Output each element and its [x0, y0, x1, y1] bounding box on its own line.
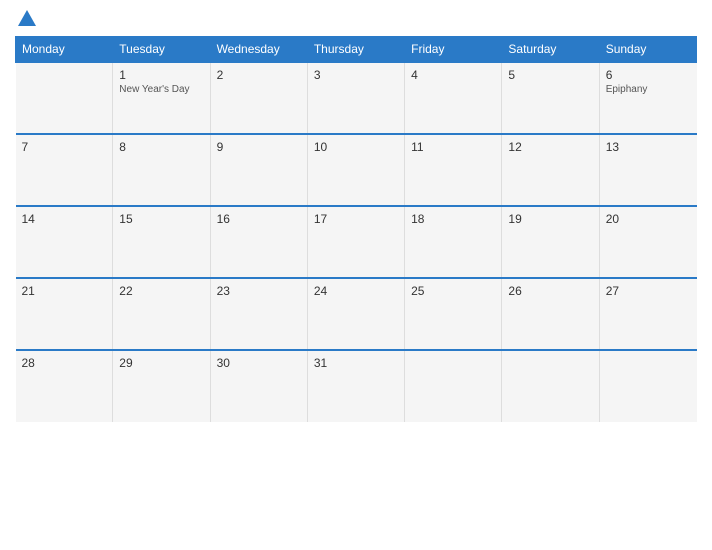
table-row: 31: [307, 350, 404, 422]
day-number: 8: [119, 140, 203, 154]
day-number: 5: [508, 68, 592, 82]
table-row: 9: [210, 134, 307, 206]
day-number: 27: [606, 284, 691, 298]
logo: [15, 10, 36, 28]
day-number: 21: [22, 284, 107, 298]
col-friday: Friday: [405, 37, 502, 63]
day-number: 26: [508, 284, 592, 298]
day-number: 15: [119, 212, 203, 226]
table-row: [599, 350, 696, 422]
table-row: 5: [502, 62, 599, 134]
table-row: 26: [502, 278, 599, 350]
table-row: 7: [16, 134, 113, 206]
table-row: 14: [16, 206, 113, 278]
table-row: 2: [210, 62, 307, 134]
day-number: 28: [22, 356, 107, 370]
day-number: 13: [606, 140, 691, 154]
col-tuesday: Tuesday: [113, 37, 210, 63]
logo-triangle-icon: [18, 10, 36, 26]
day-number: 16: [217, 212, 301, 226]
table-row: 11: [405, 134, 502, 206]
table-row: 15: [113, 206, 210, 278]
table-row: 12: [502, 134, 599, 206]
day-number: 7: [22, 140, 107, 154]
table-row: 22: [113, 278, 210, 350]
day-number: 10: [314, 140, 398, 154]
day-number: 12: [508, 140, 592, 154]
col-saturday: Saturday: [502, 37, 599, 63]
day-number: 31: [314, 356, 398, 370]
calendar-table: Monday Tuesday Wednesday Thursday Friday…: [15, 36, 697, 422]
table-row: 29: [113, 350, 210, 422]
table-row: 19: [502, 206, 599, 278]
table-row: 18: [405, 206, 502, 278]
day-number: 9: [217, 140, 301, 154]
day-number: 30: [217, 356, 301, 370]
table-row: 28: [16, 350, 113, 422]
day-number: 18: [411, 212, 495, 226]
col-monday: Monday: [16, 37, 113, 63]
table-row: [16, 62, 113, 134]
table-row: 4: [405, 62, 502, 134]
day-number: 14: [22, 212, 107, 226]
day-number: 6: [606, 68, 691, 82]
table-row: 25: [405, 278, 502, 350]
table-row: 8: [113, 134, 210, 206]
calendar-container: Monday Tuesday Wednesday Thursday Friday…: [0, 0, 712, 550]
day-number: 4: [411, 68, 495, 82]
calendar-header: [15, 10, 697, 28]
day-number: 11: [411, 140, 495, 154]
day-number: 2: [217, 68, 301, 82]
day-number: 29: [119, 356, 203, 370]
table-row: 1 New Year's Day: [113, 62, 210, 134]
table-row: [502, 350, 599, 422]
day-number: 20: [606, 212, 691, 226]
table-row: 16: [210, 206, 307, 278]
day-number: 22: [119, 284, 203, 298]
day-number: 24: [314, 284, 398, 298]
table-row: 3: [307, 62, 404, 134]
day-number: 25: [411, 284, 495, 298]
col-thursday: Thursday: [307, 37, 404, 63]
day-number: 19: [508, 212, 592, 226]
table-row: 30: [210, 350, 307, 422]
table-row: 24: [307, 278, 404, 350]
table-row: 20: [599, 206, 696, 278]
table-row: 21: [16, 278, 113, 350]
calendar-body: 1New Year's Day23456Epiphany789101112131…: [16, 62, 697, 422]
calendar-header-row: Monday Tuesday Wednesday Thursday Friday…: [16, 37, 697, 63]
col-sunday: Sunday: [599, 37, 696, 63]
table-row: 10: [307, 134, 404, 206]
table-row: [405, 350, 502, 422]
table-row: 23: [210, 278, 307, 350]
holiday-label: New Year's Day: [119, 84, 203, 95]
table-row: 13: [599, 134, 696, 206]
day-number: 17: [314, 212, 398, 226]
day-number: 3: [314, 68, 398, 82]
col-wednesday: Wednesday: [210, 37, 307, 63]
day-number: 23: [217, 284, 301, 298]
holiday-label: Epiphany: [606, 84, 691, 95]
day-number: 1: [119, 68, 203, 82]
table-row: 17: [307, 206, 404, 278]
table-row: 6 Epiphany: [599, 62, 696, 134]
table-row: 27: [599, 278, 696, 350]
